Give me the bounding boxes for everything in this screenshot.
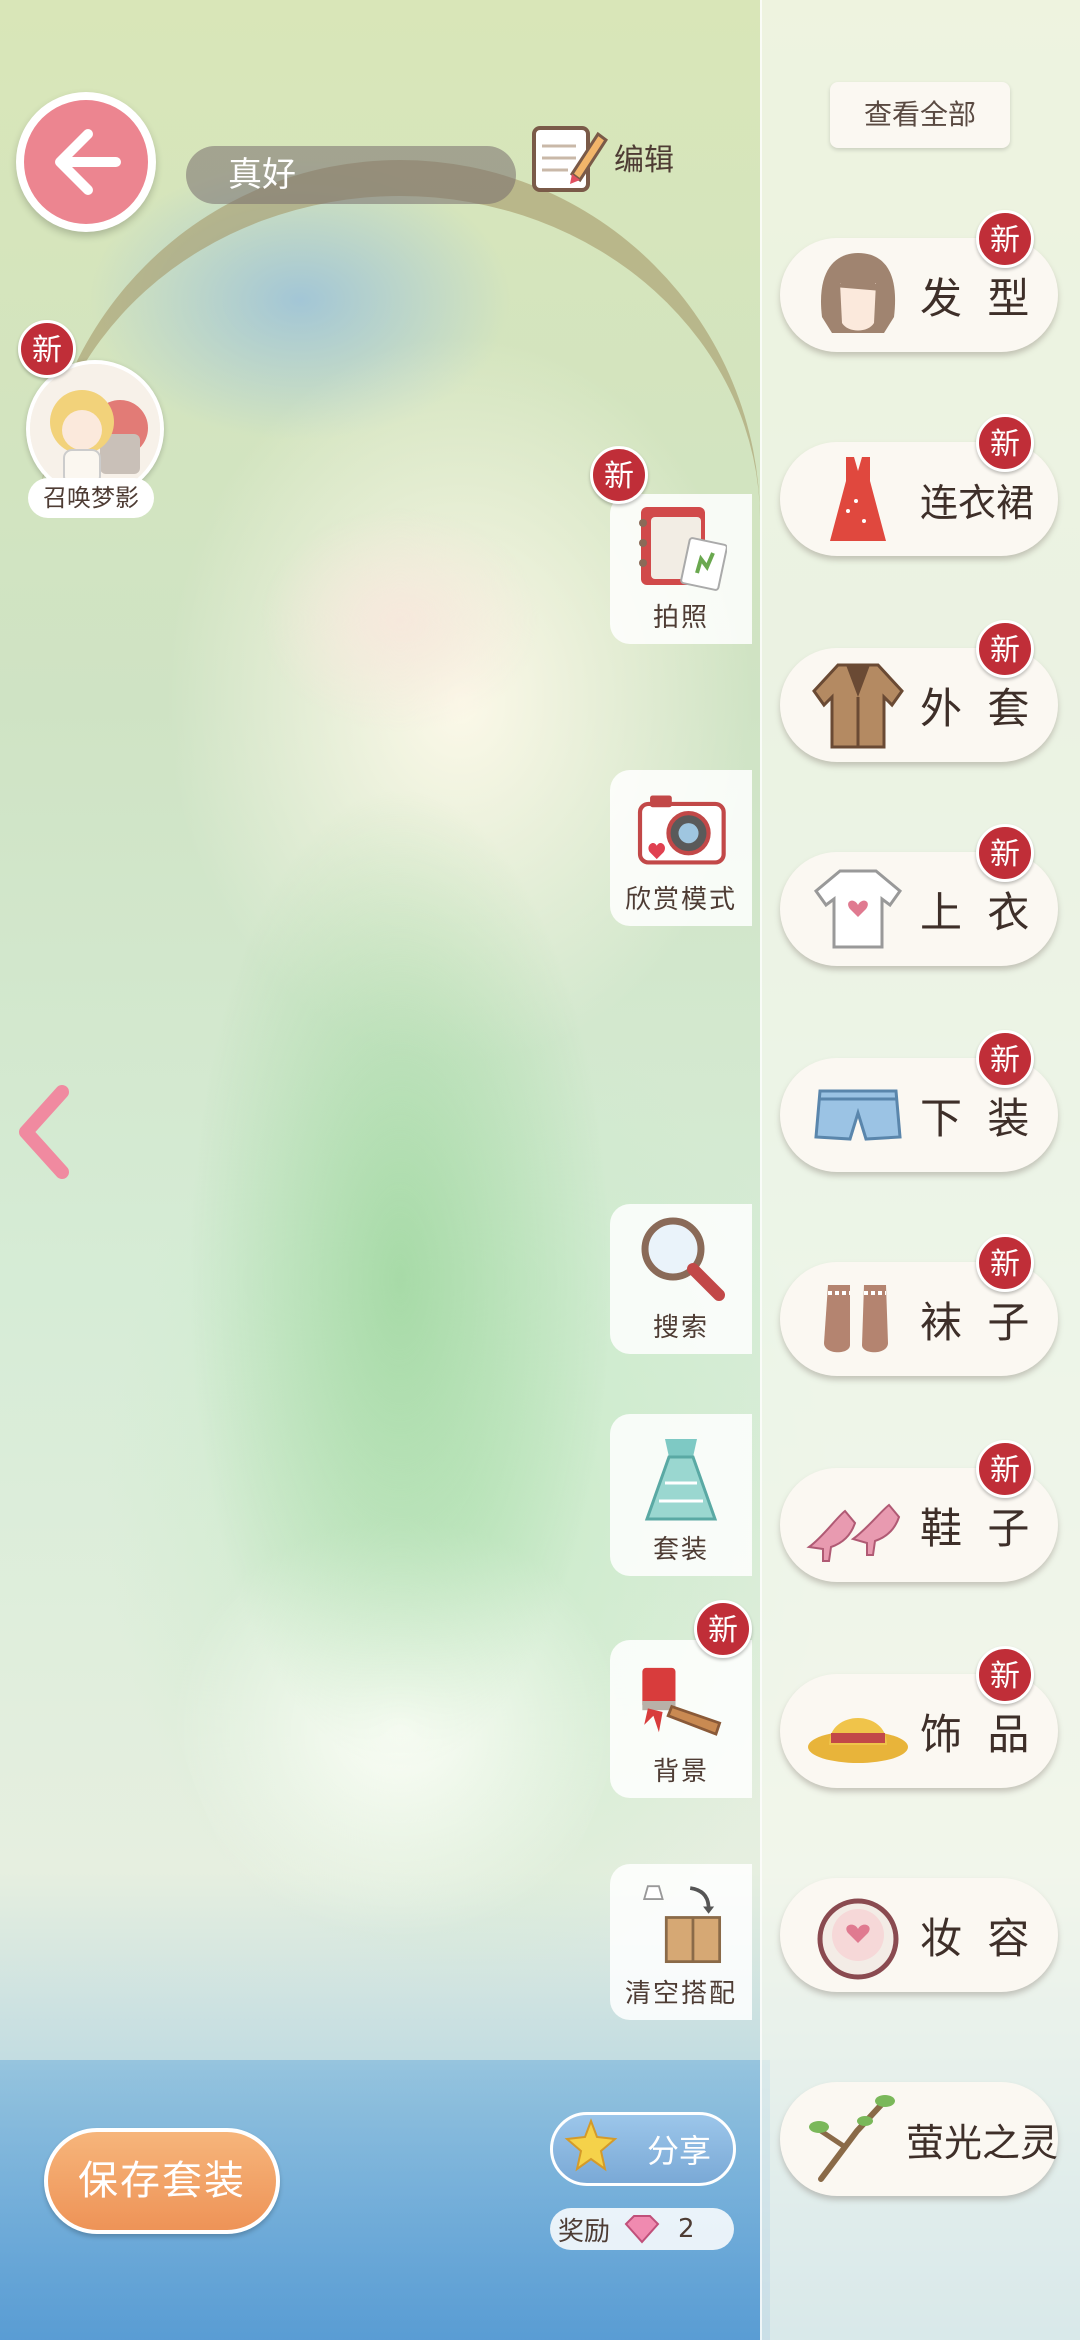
- photo-album-icon: [635, 501, 727, 593]
- photo-label: 拍照: [652, 603, 709, 633]
- suits-button[interactable]: 套装: [610, 1414, 752, 1576]
- category-top[interactable]: 上 衣 新: [780, 824, 1058, 966]
- summon-button[interactable]: 召唤梦影 新: [18, 320, 164, 520]
- category-hair-label: 发 型: [920, 273, 1036, 323]
- photo-button[interactable]: 拍照: [610, 494, 752, 644]
- shirt-icon: [798, 859, 918, 959]
- socks-icon: [798, 1269, 918, 1369]
- hat-icon: [798, 1681, 918, 1781]
- background-new-badge: 新: [694, 1600, 752, 1658]
- category-makeup-label: 妆 容: [920, 1913, 1036, 1963]
- edit-button[interactable]: 编辑: [528, 118, 688, 196]
- photo-new-badge: 新: [590, 446, 648, 504]
- category-dress-label: 连衣裙: [920, 480, 1035, 525]
- shorts-icon: [798, 1065, 918, 1165]
- category-socks-label: 袜 子: [920, 1297, 1036, 1347]
- clear-box-icon: [635, 1877, 727, 1969]
- outfit-name-field[interactable]: 真好: [186, 146, 516, 204]
- category-top-label: 上 衣: [920, 887, 1036, 937]
- share-label: 分享: [646, 2132, 711, 2170]
- category-bottoms[interactable]: 下 装 新: [780, 1030, 1058, 1172]
- character-figure[interactable]: [120, 480, 680, 1980]
- share-button[interactable]: 分享: [550, 2112, 736, 2186]
- appreciate-mode-label: 欣赏模式: [624, 885, 737, 915]
- back-button[interactable]: [16, 92, 156, 232]
- category-dress[interactable]: 连衣裙 新: [780, 414, 1058, 556]
- category-shoes[interactable]: 鞋 子 新: [780, 1440, 1058, 1582]
- notepad-pencil-icon: [532, 126, 608, 192]
- category-makeup[interactable]: 妆 容: [780, 1878, 1058, 1992]
- category-dress-new-badge: 新: [976, 414, 1034, 472]
- suits-label: 套装: [652, 1535, 709, 1565]
- edit-label: 编辑: [614, 143, 674, 178]
- category-socks-new-badge: 新: [976, 1234, 1034, 1292]
- category-accessories-new-badge: 新: [976, 1646, 1034, 1704]
- view-all-button[interactable]: 查看全部: [830, 82, 1010, 148]
- magnifier-icon: [635, 1211, 727, 1303]
- category-bottoms-label: 下 装: [920, 1093, 1036, 1143]
- clear-outfit-button[interactable]: 清空搭配: [610, 1864, 752, 2020]
- heels-icon: [798, 1475, 918, 1575]
- hair-icon: [798, 245, 918, 345]
- back-arrow-icon: [55, 129, 121, 195]
- coat-icon: [798, 655, 918, 755]
- camera-icon: [635, 783, 727, 875]
- background-button[interactable]: 背景: [610, 1640, 752, 1798]
- clear-outfit-label: 清空搭配: [624, 1979, 737, 2009]
- left-arrow-icon[interactable]: [14, 1082, 74, 1182]
- paint-brush-icon: [635, 1655, 727, 1747]
- suit-dress-icon: [635, 1433, 727, 1525]
- firefly-branch-icon: [798, 2089, 904, 2189]
- reward-label: 奖励: [558, 2216, 611, 2247]
- category-accessories-label: 饰 品: [920, 1709, 1036, 1759]
- diamond-icon: [624, 2215, 660, 2244]
- category-coat-label: 外 套: [920, 683, 1036, 733]
- category-firefly-spirit[interactable]: 萤光之灵: [780, 2082, 1058, 2196]
- category-hair[interactable]: 发 型 新: [780, 210, 1058, 352]
- category-coat[interactable]: 外 套 新: [780, 620, 1058, 762]
- save-outfit-button[interactable]: 保存套装: [44, 2128, 280, 2234]
- reward-indicator: 奖励 2: [550, 2208, 734, 2250]
- category-coat-new-badge: 新: [976, 620, 1034, 678]
- category-top-new-badge: 新: [976, 824, 1034, 882]
- summon-new-badge: 新: [18, 320, 76, 378]
- category-socks[interactable]: 袜 子 新: [780, 1234, 1058, 1376]
- category-hair-new-badge: 新: [976, 210, 1034, 268]
- dress-icon: [798, 449, 918, 549]
- makeup-compact-icon: [798, 1885, 918, 1985]
- category-firefly-spirit-label: 萤光之灵: [905, 2120, 1058, 2165]
- character-portrait-icon: [30, 364, 160, 494]
- category-accessories[interactable]: 饰 品 新: [780, 1646, 1058, 1788]
- search-label: 搜索: [652, 1313, 709, 1343]
- category-bottoms-new-badge: 新: [976, 1030, 1034, 1088]
- category-shoes-label: 鞋 子: [920, 1503, 1036, 1553]
- star-icon: [564, 2118, 618, 2172]
- summon-label: 召唤梦影: [28, 478, 154, 518]
- category-shoes-new-badge: 新: [976, 1440, 1034, 1498]
- reward-count: 2: [678, 2214, 695, 2244]
- appreciate-mode-button[interactable]: 欣赏模式: [610, 770, 752, 926]
- background-label: 背景: [652, 1757, 709, 1787]
- search-button[interactable]: 搜索: [610, 1204, 752, 1354]
